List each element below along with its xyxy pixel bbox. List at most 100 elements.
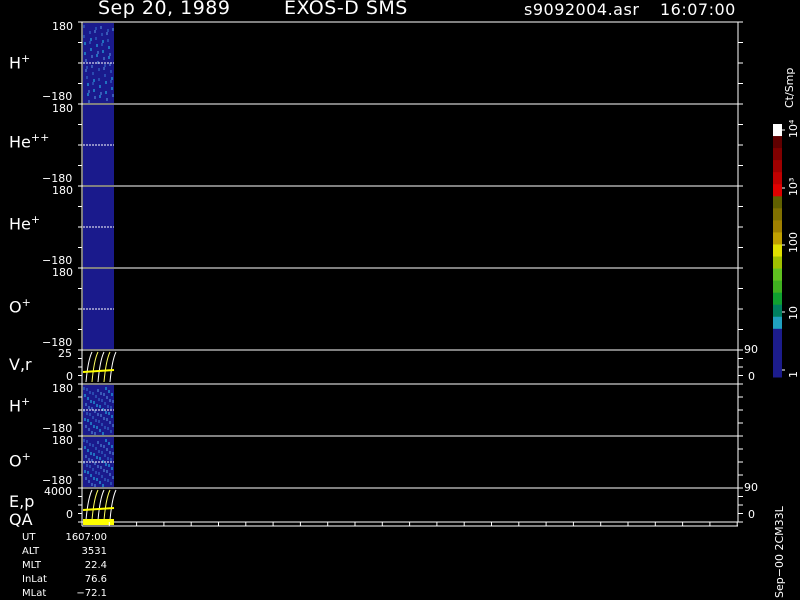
spectrogram-cell — [85, 425, 87, 428]
colorbar-cell — [773, 160, 782, 173]
spectrogram-cell — [112, 452, 114, 455]
spectrogram-cell — [105, 387, 107, 390]
spectrogram-cell — [83, 35, 85, 38]
colorbar-cell — [773, 316, 782, 330]
spectrogram-cell — [97, 465, 99, 468]
spectrogram-cell — [93, 453, 95, 456]
spectrogram-cell — [97, 51, 99, 54]
spectrogram-cell — [105, 81, 107, 84]
ephem-key: InLat — [22, 574, 47, 585]
spectrogram-cell — [92, 468, 94, 471]
spectrogram-cell — [103, 393, 105, 396]
spectrogram-cell — [86, 66, 88, 69]
panel-label-hep-charge: + — [30, 213, 41, 226]
panel-label-hepp-text: He — [9, 132, 31, 152]
panel-label-o2: O+ — [9, 450, 31, 470]
spectrogram-cell — [112, 400, 114, 403]
right-tick-min-vr-text: 0 — [748, 370, 755, 383]
colorbar-cell — [773, 292, 782, 306]
right-tick-max-ep-text: 90 — [744, 481, 758, 494]
spectrogram-cell — [110, 406, 112, 409]
panel-label-vr: V,r — [9, 355, 32, 374]
right-tick-min-vr: 0 — [748, 370, 755, 383]
panel-label-ep-text: E,p — [9, 492, 35, 511]
spectrogram-cell — [97, 413, 99, 416]
spectrogram-cell — [111, 87, 113, 90]
spectrogram-cell — [112, 94, 114, 97]
spectrogram-cell — [105, 411, 107, 414]
trace-line — [91, 351, 99, 383]
spectrogram-cell — [86, 412, 88, 415]
colorbar-cell — [773, 232, 782, 245]
y-tick-max-hep: 180 — [52, 184, 73, 197]
spectrogram-cell — [91, 65, 93, 68]
spectrogram-cell — [87, 397, 89, 400]
trace-line — [109, 351, 117, 383]
spectrogram-cell — [92, 444, 94, 447]
spectrogram-cell — [108, 46, 110, 49]
spectrogram-cell — [92, 416, 94, 419]
ephem-value: 76.6 — [84, 574, 107, 585]
colorbar-cell — [773, 280, 782, 294]
spectrogram-cell — [110, 482, 112, 485]
y-tick-max-vr: 25 — [58, 347, 72, 360]
spectrogram-cell — [86, 440, 88, 443]
panel-label-hepp: He++ — [9, 131, 49, 151]
spectrogram-cell — [101, 43, 103, 46]
y-tick-max-ep: 4000 — [44, 485, 72, 498]
spectrogram-cell — [100, 392, 102, 395]
spectrogram-cell — [95, 419, 97, 422]
colorbar-cell — [773, 340, 782, 354]
colorbar-cell — [773, 244, 782, 258]
ephem-value: −72.1 — [76, 588, 107, 599]
spectrogram-cell — [104, 478, 106, 481]
spectrogram-cell — [107, 39, 109, 42]
spectrogram-cell — [102, 432, 104, 435]
spectrogram-cell — [85, 59, 87, 62]
panel-label-h2: H+ — [9, 395, 30, 415]
y-tick-min-ep-text: 0 — [66, 508, 73, 521]
spectrogram-cell — [112, 28, 114, 31]
colorbar-tick-label: 1 — [787, 371, 800, 378]
spectrogram-cell — [95, 27, 97, 30]
y-tick-max-o2-text: 180 — [52, 434, 73, 447]
spectrogram-cell — [104, 426, 106, 429]
spectrogram-cell — [109, 421, 111, 424]
colorbar-tick-label: 10⁴ — [787, 119, 800, 138]
ephem-value: 22.4 — [84, 560, 107, 571]
spectrogram-cell — [83, 387, 85, 390]
spectrogram-cell — [109, 53, 111, 56]
colorbar-cell — [773, 136, 782, 149]
y-tick-max-hep-text: 180 — [52, 184, 73, 197]
colorbar-cell — [773, 124, 782, 137]
spectrogram-cell — [109, 473, 111, 476]
spectrogram-cell — [90, 452, 92, 455]
spectrogram-cell — [111, 77, 113, 80]
spectrogram-cell — [112, 424, 114, 427]
spectrogram-cell — [100, 26, 102, 29]
spectrogram-cell — [99, 85, 101, 88]
spectrogram-cell — [84, 394, 86, 397]
colorbar-cell — [773, 172, 782, 185]
spectrogram-cell — [96, 44, 98, 47]
spectrogram-cell — [86, 388, 88, 391]
spectrogram-cell — [86, 464, 88, 467]
colorbar-tick-label: 10³ — [787, 177, 800, 196]
trace-line — [91, 489, 99, 521]
spectrogram-cell — [104, 454, 106, 457]
spectrogram-cell — [107, 427, 109, 430]
spectrogram-cell — [112, 476, 114, 479]
y-tick-min-ep: 0 — [66, 508, 73, 521]
spectrogram-cell — [90, 422, 92, 425]
spectrogram-cell — [84, 42, 86, 45]
spectrogram-cell — [83, 439, 85, 442]
spectrogram-cell — [85, 69, 87, 72]
spectrogram-cell — [96, 426, 98, 429]
right-tick-min-ep-text: 0 — [748, 508, 755, 521]
spectrogram-cell — [93, 425, 95, 428]
spectrogram-cell — [88, 480, 90, 483]
spectrogram-cell — [94, 30, 96, 33]
spectrogram-cell — [102, 484, 104, 487]
spectrogram-cell — [101, 475, 103, 478]
y-tick-max-o1-text: 180 — [52, 266, 73, 279]
